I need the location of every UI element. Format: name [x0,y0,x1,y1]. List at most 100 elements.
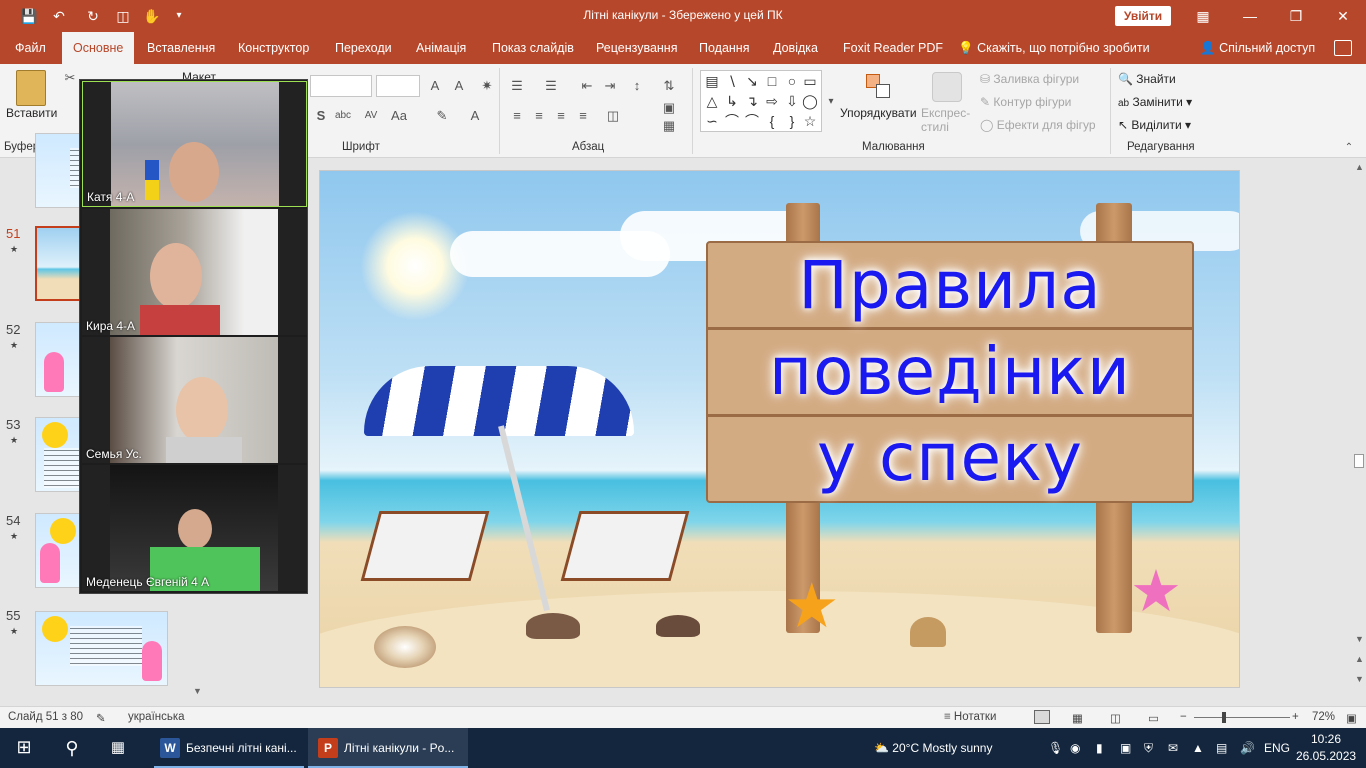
paste-button[interactable]: Вставити [6,106,57,120]
right-brace-shape-icon[interactable]: } [783,113,801,129]
paste-icon[interactable] [16,70,46,106]
zoom-out-icon[interactable]: − [1180,711,1187,723]
tab-home[interactable]: Основне [62,32,135,64]
triangle-shape-icon[interactable]: △ [703,93,721,109]
increase-font-icon[interactable]: A [426,78,444,94]
accessibility-icon[interactable]: ✎ [96,711,106,725]
network-tray-icon[interactable]: ▲ [1192,728,1204,768]
display-icon[interactable]: ▤ [1216,728,1227,768]
cut-icon[interactable]: ✂ [61,70,79,86]
left-brace-shape-icon[interactable]: { [763,113,781,129]
zoom-slider-thumb[interactable] [1222,712,1226,723]
decrease-font-icon[interactable]: A [450,78,468,94]
change-case-icon[interactable]: Aa [390,108,408,124]
clear-format-icon[interactable]: ✷ [478,78,496,94]
rounded-rect-shape-icon[interactable]: ▭ [801,73,819,89]
arrange-button[interactable]: Упорядкувати [840,106,917,120]
previous-slide-icon[interactable]: ▲ [1355,654,1364,664]
shapes-gallery[interactable]: ▤ ∖ ↘ □ ○ ▭ △ ↳ ↴ ⇨ ⇩ ◯ ∽ ⌒ ⌒ { } ☆ [700,70,822,132]
arc-shape-icon[interactable]: ⌒ [743,113,761,129]
line-spacing-icon[interactable]: ↕ [628,78,646,94]
columns-icon[interactable]: ◫ [604,108,622,124]
tab-help[interactable]: Довідка [773,32,818,64]
app-tray-icon[interactable]: ▣ [1120,728,1131,768]
scrollbar-thumb[interactable] [1354,454,1364,468]
arrow-line-shape-icon[interactable]: ↘ [743,73,761,89]
strikethrough-icon[interactable]: abc [334,108,352,124]
taskbar-app-powerpoint[interactable]: P Літні канікули - Po... [308,728,468,768]
volume-icon[interactable]: 🔊 [1240,728,1255,768]
decrease-indent-icon[interactable]: ⇤ [578,78,596,94]
numbering-icon[interactable]: ☰ [542,78,560,94]
zoom-tray-icon[interactable]: ◉ [1070,728,1080,768]
weather-widget[interactable]: ⛅ 20°C Mostly sunny [874,728,992,768]
curve-shape-icon[interactable]: ⌒ [723,113,741,129]
font-name-field[interactable] [310,75,372,97]
notes-button[interactable]: ≡ Нотатки [944,711,996,723]
tell-me-search[interactable]: 💡 Скажіть, що потрібно зробити [958,32,1150,64]
gallery-more-icon[interactable]: ▾ [822,94,840,110]
scroll-down-icon[interactable]: ▼ [193,686,202,696]
next-slide-icon[interactable]: ▼ [1355,674,1364,684]
quick-styles-icon[interactable] [932,72,962,102]
highlight-icon[interactable]: ✎ [433,108,451,124]
font-color-icon[interactable]: A [466,108,484,124]
clock[interactable]: 10:26 26.05.2023 [1296,731,1356,765]
right-arrow-shape-icon[interactable]: ⇨ [763,93,781,109]
comments-icon[interactable] [1334,40,1352,56]
restore-icon[interactable]: ❐ [1273,4,1319,28]
normal-view-icon[interactable] [1034,710,1050,724]
tab-file[interactable]: Файл [15,32,46,64]
smartart-icon[interactable]: ▦ [660,118,678,134]
usb-icon[interactable]: ▮ [1096,728,1103,768]
ribbon-display-icon[interactable]: ▦ [1180,4,1226,28]
share-button[interactable]: 👤 Спільний доступ [1200,32,1315,64]
security-icon[interactable]: ⛨ [1144,728,1153,768]
elbow-shape-icon[interactable]: ↳ [723,93,741,109]
chat-tray-icon[interactable]: ✉ [1168,728,1178,768]
participant-tile[interactable]: Меденець Євгеній 4 А [82,465,307,591]
slideshow-icon[interactable]: ▭ [1148,711,1159,725]
language-indicator[interactable]: українська [128,711,185,723]
task-view-icon[interactable]: ▦ [108,738,128,758]
close-icon[interactable]: ✕ [1320,4,1366,28]
align-left-icon[interactable]: ≡ [508,108,526,124]
microphone-icon[interactable]: 🎙 [1048,728,1063,768]
replace-button[interactable]: ab Замінити ▾ [1118,95,1192,109]
participant-tile[interactable]: Кира 4-А [82,209,307,335]
slide-canvas[interactable]: Правила поведінки у спеку ★ ★ [319,170,1240,688]
tab-slideshow[interactable]: Показ слайдів [492,32,574,64]
font-size-field[interactable] [376,75,420,97]
justify-icon[interactable]: ≡ [574,108,592,124]
taskbar-app-word[interactable]: W Безпечні літні кані... [154,728,304,768]
align-center-icon[interactable]: ≡ [530,108,548,124]
windows-start-icon[interactable]: ⊞ [14,737,34,757]
zoom-in-icon[interactable]: + [1292,711,1299,723]
shape-effects-button[interactable]: ◯ Ефекти для фігур [980,118,1096,132]
oval-shape-icon[interactable]: ○ [783,73,801,89]
zoom-slider[interactable] [1194,717,1290,718]
fit-slide-icon[interactable]: ▣ [1346,711,1357,725]
tab-insert[interactable]: Вставлення [147,32,215,64]
slide-sorter-icon[interactable]: ▦ [1072,711,1083,725]
star-shape-icon[interactable]: ☆ [801,113,819,129]
text-direction-icon[interactable]: ⇅ [660,78,678,94]
slide-thumbnail[interactable] [35,611,168,686]
quick-styles-button[interactable]: Експрес-стилі [921,106,973,134]
align-right-icon[interactable]: ≡ [552,108,570,124]
reading-view-icon[interactable]: ◫ [1110,711,1121,725]
tab-foxit[interactable]: Foxit Reader PDF [843,32,943,64]
arrange-icon[interactable] [866,74,892,100]
slide-counter[interactable]: Слайд 51 з 80 [8,711,83,723]
select-button[interactable]: ↖ Виділити ▾ [1118,118,1191,132]
freeform-shape-icon[interactable]: ∽ [703,113,721,129]
tab-view[interactable]: Подання [699,32,749,64]
collapse-ribbon-icon[interactable]: ⌃ [1340,140,1358,156]
search-icon[interactable]: ⚲ [62,738,82,758]
tab-transitions[interactable]: Переходи [335,32,392,64]
scroll-up-icon[interactable]: ▲ [1355,162,1364,172]
minimize-icon[interactable]: — [1227,4,1273,28]
scroll-down-icon[interactable]: ▼ [1355,634,1364,644]
zoom-level[interactable]: 72% [1312,711,1335,723]
input-language[interactable]: ENG [1264,728,1290,768]
